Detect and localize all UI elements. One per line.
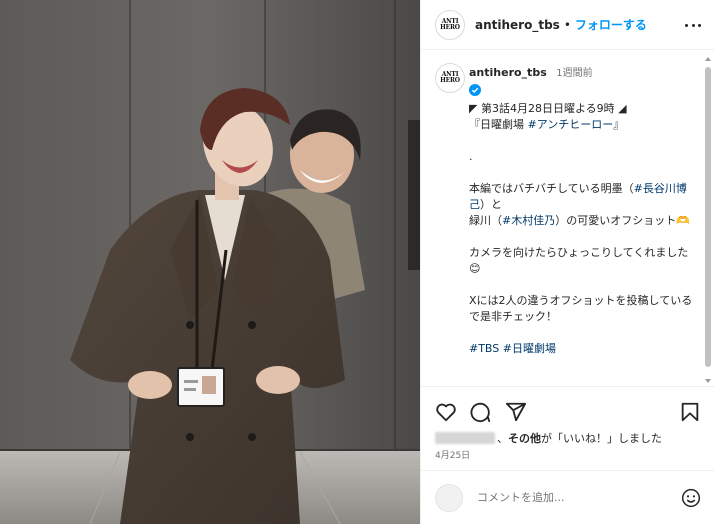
scroll-up-icon[interactable] xyxy=(705,57,711,61)
username-link[interactable]: antihero_tbs xyxy=(475,18,560,32)
separator-dot: • xyxy=(563,17,571,32)
caption-line-5: 緑川（#木村佳乃）の可愛いオフショット🫶 xyxy=(469,214,690,227)
more-horizontal-icon[interactable] xyxy=(685,17,701,33)
post-time: 1週間前 xyxy=(556,68,593,79)
heart-icon[interactable] xyxy=(435,401,457,423)
post-actions xyxy=(421,386,714,434)
caption-avatar[interactable]: ANTI HERO xyxy=(435,63,465,93)
post-header: ANTI HERO antihero_tbs • フォローする xyxy=(421,0,714,50)
caption: antihero_tbs 1週間前 ◤ 第3話4月28日日曜よる9時 ◢ 『日曜… xyxy=(469,65,693,357)
caption-line-4: 本編ではバチバチしている明墨（#長谷川博己）と xyxy=(469,182,687,211)
caption-line-6: カメラを向けたらひょっこりしてくれました😊 xyxy=(469,246,689,275)
hashtag-link[interactable]: #アンチヒーロー xyxy=(528,118,614,131)
emoji-icon[interactable] xyxy=(681,488,701,508)
verified-badge-icon xyxy=(469,84,481,96)
caption-line-1: ◤ 第3話4月28日日曜よる9時 ◢ xyxy=(469,102,627,115)
post-photo[interactable] xyxy=(0,0,420,524)
profile-avatar[interactable]: ANTI HERO xyxy=(435,9,465,40)
logo-text: ANTI HERO xyxy=(440,71,460,84)
likes-others-link[interactable]: その他 xyxy=(508,430,541,446)
photo-image xyxy=(0,0,420,524)
bookmark-icon[interactable] xyxy=(679,401,701,423)
caption-line-7: Xには2人の違うオフショットを投稿しているで是非チェック！ xyxy=(469,294,693,323)
scrollbar-thumb[interactable] xyxy=(705,67,711,367)
scroll-down-icon[interactable] xyxy=(705,379,711,383)
caption-scrollbar[interactable] xyxy=(703,57,713,383)
instagram-post-modal: ANTI HERO antihero_tbs • フォローする ANTI HER… xyxy=(0,0,714,524)
comment-icon[interactable] xyxy=(469,401,491,423)
likes-suffix: が「いいね！」しました xyxy=(541,432,662,445)
likes-summary[interactable]: 、 その他 が「いいね！」しました xyxy=(435,430,662,446)
caption-tags[interactable]: #TBS #日曜劇場 xyxy=(469,341,693,357)
caption-scroll-area[interactable]: ANTI HERO antihero_tbs 1週間前 ◤ 第3話4月28日日曜… xyxy=(421,51,714,386)
caption-line-3: . xyxy=(469,150,473,163)
follow-button[interactable]: フォローする xyxy=(575,16,647,33)
hashtag-link[interactable]: #木村佳乃 xyxy=(502,214,555,227)
caption-line-2: 『日曜劇場 #アンチヒーロー』 xyxy=(469,118,625,131)
current-user-avatar xyxy=(435,483,463,512)
share-icon[interactable] xyxy=(505,401,527,423)
liker-name-blurred[interactable] xyxy=(435,432,495,444)
post-side-panel: ANTI HERO antihero_tbs • フォローする ANTI HER… xyxy=(420,0,714,524)
logo-text: ANTI HERO xyxy=(440,17,460,31)
caption-username[interactable]: antihero_tbs xyxy=(469,66,547,79)
comment-input[interactable] xyxy=(477,491,657,504)
post-date[interactable]: 4月25日 xyxy=(435,448,470,461)
comment-bar xyxy=(421,470,714,524)
